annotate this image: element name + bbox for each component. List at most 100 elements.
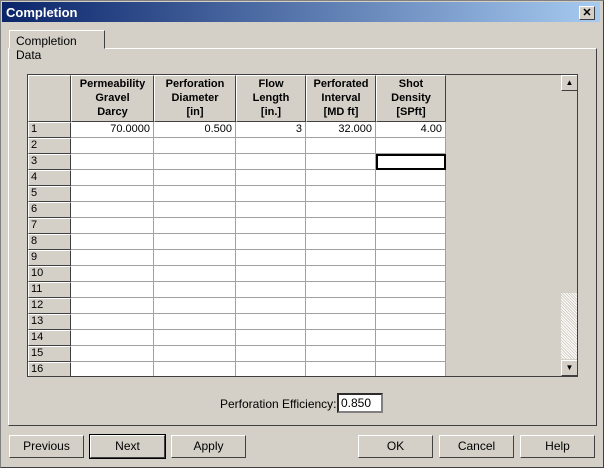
- column-header[interactable]: Perforation Diameter [in]: [154, 75, 236, 122]
- vertical-scrollbar[interactable]: ▲ ▼: [561, 75, 577, 376]
- table-cell[interactable]: [306, 314, 376, 330]
- table-cell[interactable]: [376, 266, 446, 282]
- table-cell[interactable]: [154, 346, 236, 362]
- table-cell[interactable]: [154, 202, 236, 218]
- table-cell[interactable]: [236, 330, 306, 346]
- table-cell[interactable]: [306, 170, 376, 186]
- table-cell[interactable]: [154, 250, 236, 266]
- table-cell[interactable]: [306, 250, 376, 266]
- table-cell[interactable]: [71, 138, 154, 154]
- table-cell[interactable]: 32.000: [306, 122, 376, 138]
- table-cell[interactable]: [306, 282, 376, 298]
- table-cell[interactable]: [154, 218, 236, 234]
- apply-button[interactable]: Apply: [171, 435, 246, 458]
- table-cell[interactable]: [236, 250, 306, 266]
- table-cell[interactable]: [71, 234, 154, 250]
- table-cell[interactable]: [376, 362, 446, 376]
- table-cell[interactable]: [71, 202, 154, 218]
- row-header[interactable]: 11: [28, 282, 71, 298]
- table-cell[interactable]: [71, 298, 154, 314]
- table-cell[interactable]: [306, 362, 376, 376]
- table-cell[interactable]: [376, 138, 446, 154]
- scroll-track[interactable]: [561, 293, 577, 359]
- table-cell[interactable]: [306, 234, 376, 250]
- table-cell[interactable]: [236, 298, 306, 314]
- row-header[interactable]: 7: [28, 218, 71, 234]
- table-cell[interactable]: [376, 330, 446, 346]
- table-cell[interactable]: [376, 234, 446, 250]
- row-header[interactable]: 9: [28, 250, 71, 266]
- table-cell[interactable]: [71, 282, 154, 298]
- row-header[interactable]: 4: [28, 170, 71, 186]
- table-cell[interactable]: [154, 362, 236, 376]
- row-header[interactable]: 16: [28, 362, 71, 376]
- table-cell[interactable]: 4.00: [376, 122, 446, 138]
- table-cell[interactable]: [71, 154, 154, 170]
- table-cell[interactable]: [236, 154, 306, 170]
- table-cell[interactable]: [306, 186, 376, 202]
- table-cell[interactable]: [236, 314, 306, 330]
- table-cell[interactable]: [306, 218, 376, 234]
- table-cell[interactable]: [71, 218, 154, 234]
- table-cell[interactable]: [376, 250, 446, 266]
- help-button[interactable]: Help: [520, 435, 595, 458]
- row-header[interactable]: 2: [28, 138, 71, 154]
- table-cell[interactable]: [306, 202, 376, 218]
- table-cell[interactable]: [376, 346, 446, 362]
- table-cell[interactable]: [306, 346, 376, 362]
- table-cell[interactable]: [71, 186, 154, 202]
- table-cell[interactable]: [306, 266, 376, 282]
- cancel-button[interactable]: Cancel: [439, 435, 514, 458]
- table-cell[interactable]: [71, 250, 154, 266]
- row-header[interactable]: 8: [28, 234, 71, 250]
- table-cell[interactable]: [236, 170, 306, 186]
- table-cell[interactable]: [376, 202, 446, 218]
- table-cell[interactable]: [306, 154, 376, 170]
- ok-button[interactable]: OK: [358, 435, 433, 458]
- table-cell[interactable]: [306, 138, 376, 154]
- table-cell[interactable]: [154, 314, 236, 330]
- table-cell[interactable]: [236, 362, 306, 376]
- table-cell[interactable]: [154, 170, 236, 186]
- scroll-down-button[interactable]: ▼: [561, 360, 577, 376]
- perforation-efficiency-input[interactable]: 0.850: [337, 393, 383, 413]
- row-header[interactable]: 1: [28, 122, 71, 138]
- table-cell[interactable]: [71, 170, 154, 186]
- table-cell[interactable]: 70.0000: [71, 122, 154, 138]
- column-header[interactable]: Flow Length [in.]: [236, 75, 306, 122]
- table-cell[interactable]: [236, 282, 306, 298]
- next-button[interactable]: Next: [89, 434, 166, 459]
- table-cell[interactable]: [236, 202, 306, 218]
- row-header[interactable]: 14: [28, 330, 71, 346]
- scroll-up-button[interactable]: ▲: [561, 75, 577, 91]
- table-cell[interactable]: [376, 186, 446, 202]
- table-cell[interactable]: [306, 298, 376, 314]
- row-header[interactable]: 13: [28, 314, 71, 330]
- previous-button[interactable]: Previous: [9, 435, 84, 458]
- table-cell[interactable]: [376, 298, 446, 314]
- table-cell[interactable]: [71, 314, 154, 330]
- table-cell[interactable]: [236, 186, 306, 202]
- table-cell[interactable]: [236, 234, 306, 250]
- table-cell[interactable]: [376, 282, 446, 298]
- table-cell[interactable]: [154, 186, 236, 202]
- row-header[interactable]: 15: [28, 346, 71, 362]
- table-cell[interactable]: [376, 170, 446, 186]
- table-cell[interactable]: [154, 282, 236, 298]
- table-cell[interactable]: [236, 346, 306, 362]
- row-header[interactable]: 5: [28, 186, 71, 202]
- table-cell[interactable]: [154, 266, 236, 282]
- column-header[interactable]: Permeability Gravel Darcy: [71, 75, 154, 122]
- table-cell[interactable]: [154, 298, 236, 314]
- table-cell[interactable]: [71, 346, 154, 362]
- table-cell[interactable]: [236, 218, 306, 234]
- table-cell[interactable]: [154, 234, 236, 250]
- column-header[interactable]: Shot Density [SPft]: [376, 75, 446, 122]
- table-cell[interactable]: [236, 266, 306, 282]
- table-cell[interactable]: [71, 330, 154, 346]
- table-cell[interactable]: 3: [236, 122, 306, 138]
- table-cell[interactable]: [71, 362, 154, 376]
- table-cell[interactable]: [306, 330, 376, 346]
- row-header[interactable]: 12: [28, 298, 71, 314]
- column-header[interactable]: Perforated Interval [MD ft]: [306, 75, 376, 122]
